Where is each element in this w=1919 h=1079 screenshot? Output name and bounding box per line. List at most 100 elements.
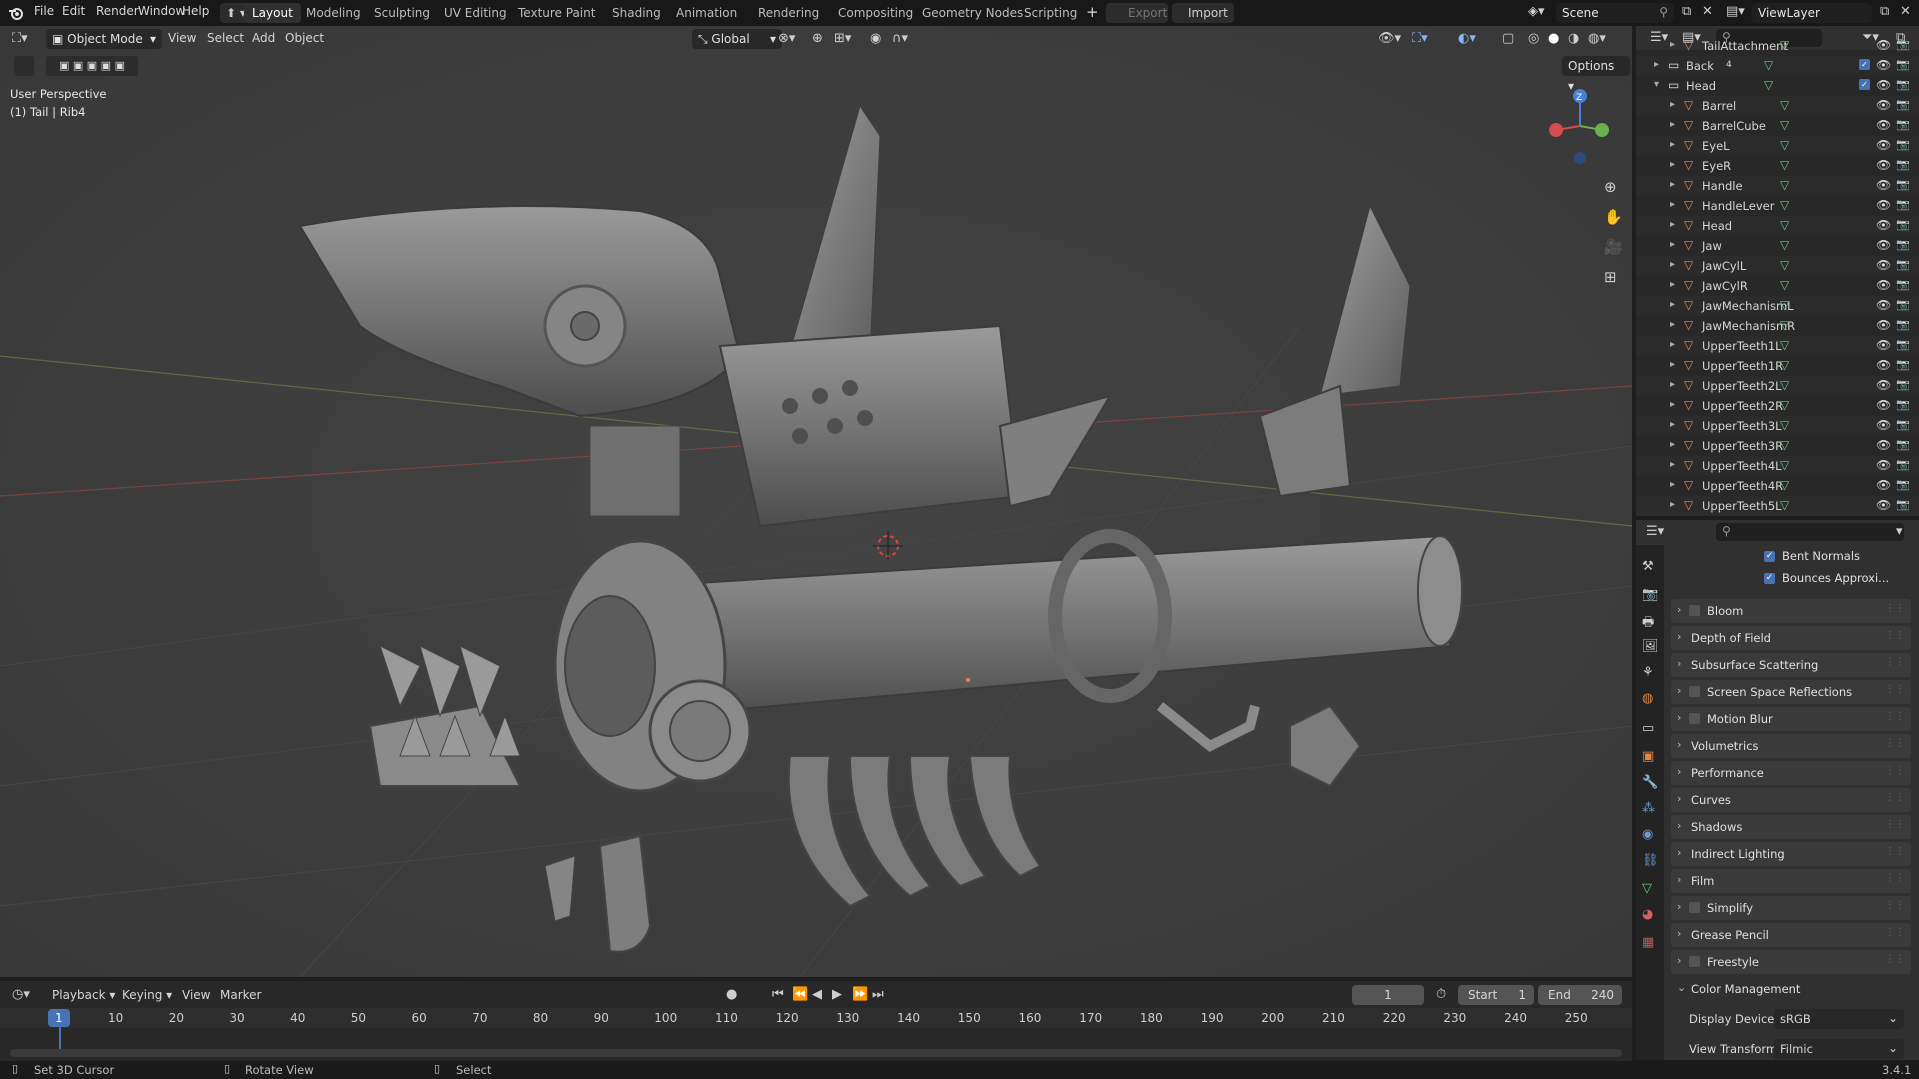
drag-handle-icon[interactable]: ⋮⋮ <box>1885 711 1905 722</box>
disclosure-closed-icon[interactable]: ▸ <box>1670 199 1675 210</box>
menu-help[interactable]: Help <box>182 4 209 18</box>
panel-enable-checkbox[interactable] <box>1689 713 1700 724</box>
outliner-item-label[interactable]: UpperTeeth1L <box>1702 339 1782 353</box>
eye-icon[interactable]: 👁 <box>1876 458 1891 472</box>
mesh-data-icon[interactable]: ▽ <box>1780 318 1789 332</box>
menu-file[interactable]: File <box>34 4 54 18</box>
outliner-item-label[interactable]: Back <box>1686 59 1714 73</box>
drag-handle-icon[interactable]: ⋮⋮ <box>1885 954 1905 965</box>
outliner-item-label[interactable]: UpperTeeth4R <box>1702 479 1783 493</box>
eye-icon[interactable]: 👁 <box>1876 358 1891 372</box>
tab-sculpting[interactable]: Sculpting <box>366 3 438 23</box>
eye-icon[interactable]: 👁 <box>1876 258 1891 272</box>
disclosure-closed-icon[interactable]: ▸ <box>1670 279 1675 290</box>
disclosure-closed-icon[interactable]: ▸ <box>1670 339 1675 350</box>
navigation-gizmo[interactable]: Z <box>1540 86 1620 166</box>
camera-render-icon[interactable]: 📷 <box>1896 358 1910 371</box>
outliner-row[interactable]: ▸ ▽ UpperTeeth2L ▽ 👁 📷 <box>1636 376 1919 396</box>
disclosure-closed-icon[interactable]: ▸ <box>1670 259 1675 270</box>
outliner-item-label[interactable]: UpperTeeth2L <box>1702 379 1782 393</box>
mesh-data-icon[interactable]: ▽ <box>1764 58 1773 72</box>
eye-icon[interactable]: 👁 <box>1876 58 1891 72</box>
exclude-checkbox[interactable]: ✓ <box>1859 79 1870 90</box>
menu-select[interactable]: Select <box>207 31 244 45</box>
panel-screen-space-reflections[interactable]: › Screen Space Reflections ⋮⋮ <box>1671 680 1911 704</box>
mesh-data-icon[interactable]: ▽ <box>1780 238 1789 252</box>
drag-handle-icon[interactable]: ⋮⋮ <box>1885 630 1905 641</box>
mesh-data-icon[interactable]: ▽ <box>1780 378 1789 392</box>
export-button[interactable]: Export <box>1106 3 1168 23</box>
overlay-icon[interactable]: ◐▾ <box>1458 31 1476 46</box>
mesh-data-icon[interactable]: ▽ <box>1780 438 1789 452</box>
render-tab-icon[interactable]: 📷 <box>1642 587 1658 602</box>
outliner-row[interactable]: ▸ ▽ BarrelCube ▽ 👁 📷 <box>1636 116 1919 136</box>
drag-handle-icon[interactable]: ⋮⋮ <box>1885 657 1905 668</box>
outliner-item-label[interactable]: HandleLever <box>1702 199 1774 213</box>
tab-compositing[interactable]: Compositing <box>830 3 921 23</box>
zoom-icon[interactable]: ⊕ <box>1604 178 1617 196</box>
outliner-item-label[interactable]: UpperTeeth1R <box>1702 359 1783 373</box>
outliner-item-label[interactable]: TailAttachment <box>1702 39 1788 53</box>
camera-render-icon[interactable]: 📷 <box>1896 378 1910 391</box>
jump-start-icon[interactable]: ⏮ <box>772 987 784 1002</box>
eye-icon[interactable]: 👁 <box>1876 338 1891 352</box>
tab-geometry-nodes[interactable]: Geometry Nodes <box>914 3 1031 23</box>
outliner-row[interactable]: ▸ ▽ Barrel ▽ 👁 📷 <box>1636 96 1919 116</box>
play-icon[interactable]: ▶ <box>832 987 842 1002</box>
mesh-data-icon[interactable]: ▽ <box>1780 398 1789 412</box>
camera-render-icon[interactable]: 📷 <box>1896 298 1910 311</box>
outliner-row[interactable]: ▸ ▽ UpperTeeth2R ▽ 👁 📷 <box>1636 396 1919 416</box>
scene-selector[interactable]: Scene ⚲ <box>1556 3 1674 23</box>
camera-render-icon[interactable]: 📷 <box>1896 78 1910 91</box>
exclude-checkbox[interactable]: ✓ <box>1859 59 1870 70</box>
outliner-item-label[interactable]: JawCylR <box>1702 279 1748 293</box>
outliner-row[interactable]: ▸ ▽ JawCylL ▽ 👁 📷 <box>1636 256 1919 276</box>
data-tab-icon[interactable]: ▽ <box>1642 881 1652 896</box>
disclosure-closed-icon[interactable]: ▸ <box>1670 419 1675 430</box>
display-device-dropdown[interactable]: sRGB ⌄ <box>1774 1009 1904 1029</box>
panel-subsurface-scattering[interactable]: › Subsurface Scattering ⋮⋮ <box>1671 653 1911 677</box>
camera-render-icon[interactable]: 📷 <box>1896 418 1910 431</box>
panel-enable-checkbox[interactable] <box>1689 902 1700 913</box>
mesh-data-icon[interactable]: ▽ <box>1780 478 1789 492</box>
drag-handle-icon[interactable]: ⋮⋮ <box>1885 792 1905 803</box>
outliner-item-label[interactable]: UpperTeeth2R <box>1702 399 1783 413</box>
camera-render-icon[interactable]: 📷 <box>1896 478 1910 491</box>
outliner-item-label[interactable]: Head <box>1686 79 1716 93</box>
properties-editor-icon[interactable]: ☰▾ <box>1646 524 1664 539</box>
editor-type-icon[interactable]: ⛶▾ <box>12 31 28 46</box>
outliner-row[interactable]: ▸ ▽ HandleLever ▽ 👁 📷 <box>1636 196 1919 216</box>
panel-simplify[interactable]: › Simplify ⋮⋮ <box>1671 896 1911 920</box>
disclosure-closed-icon[interactable]: ▸ <box>1670 359 1675 370</box>
camera-render-icon[interactable]: 📷 <box>1896 98 1910 111</box>
object-tab-icon[interactable]: ▣ <box>1642 749 1654 764</box>
drag-handle-icon[interactable]: ⋮⋮ <box>1885 819 1905 830</box>
mesh-data-icon[interactable]: ▽ <box>1780 358 1789 372</box>
eye-icon[interactable]: 👁 <box>1876 298 1891 312</box>
mesh-data-icon[interactable]: ▽ <box>1780 458 1789 472</box>
camera-render-icon[interactable]: 📷 <box>1896 178 1910 191</box>
play-reverse-icon[interactable]: ◀ <box>812 987 822 1002</box>
menu-view[interactable]: View <box>168 31 196 45</box>
new-scene-icon[interactable]: ⧉ <box>1682 4 1691 19</box>
mesh-data-icon[interactable]: ▽ <box>1780 98 1789 112</box>
outliner-row[interactable]: ▸ ▽ TailAttachment ▽ 👁 📷 <box>1636 36 1919 56</box>
panel-curves[interactable]: › Curves ⋮⋮ <box>1671 788 1911 812</box>
disclosure-closed-icon[interactable]: ▸ <box>1670 499 1675 510</box>
camera-render-icon[interactable]: 📷 <box>1896 438 1910 451</box>
texture-tab-icon[interactable]: ▦ <box>1642 935 1654 950</box>
eye-icon[interactable]: 👁 <box>1876 118 1891 132</box>
outliner-row[interactable]: ▸ ▽ UpperTeeth1L ▽ 👁 📷 <box>1636 336 1919 356</box>
disclosure-closed-icon[interactable]: ▸ <box>1670 299 1675 310</box>
tab-animation[interactable]: Animation <box>668 3 745 23</box>
transform-orientation-dropdown[interactable]: ⤡ Global ▾ <box>692 29 782 49</box>
physics-tab-icon[interactable]: ◉ <box>1642 827 1653 842</box>
collection-tab-icon[interactable]: ▭ <box>1642 721 1654 736</box>
mesh-data-icon[interactable]: ▽ <box>1780 498 1789 512</box>
eye-icon[interactable]: 👁 <box>1876 198 1891 212</box>
camera-render-icon[interactable]: 📷 <box>1896 398 1910 411</box>
mesh-data-icon[interactable]: ▽ <box>1780 338 1789 352</box>
outliner-row[interactable]: ▸ ▽ EyeL ▽ 👁 📷 <box>1636 136 1919 156</box>
eye-icon[interactable]: 👁 <box>1876 278 1891 292</box>
outliner-row[interactable]: ▸ ▽ JawMechanismL ▽ 👁 📷 <box>1636 296 1919 316</box>
